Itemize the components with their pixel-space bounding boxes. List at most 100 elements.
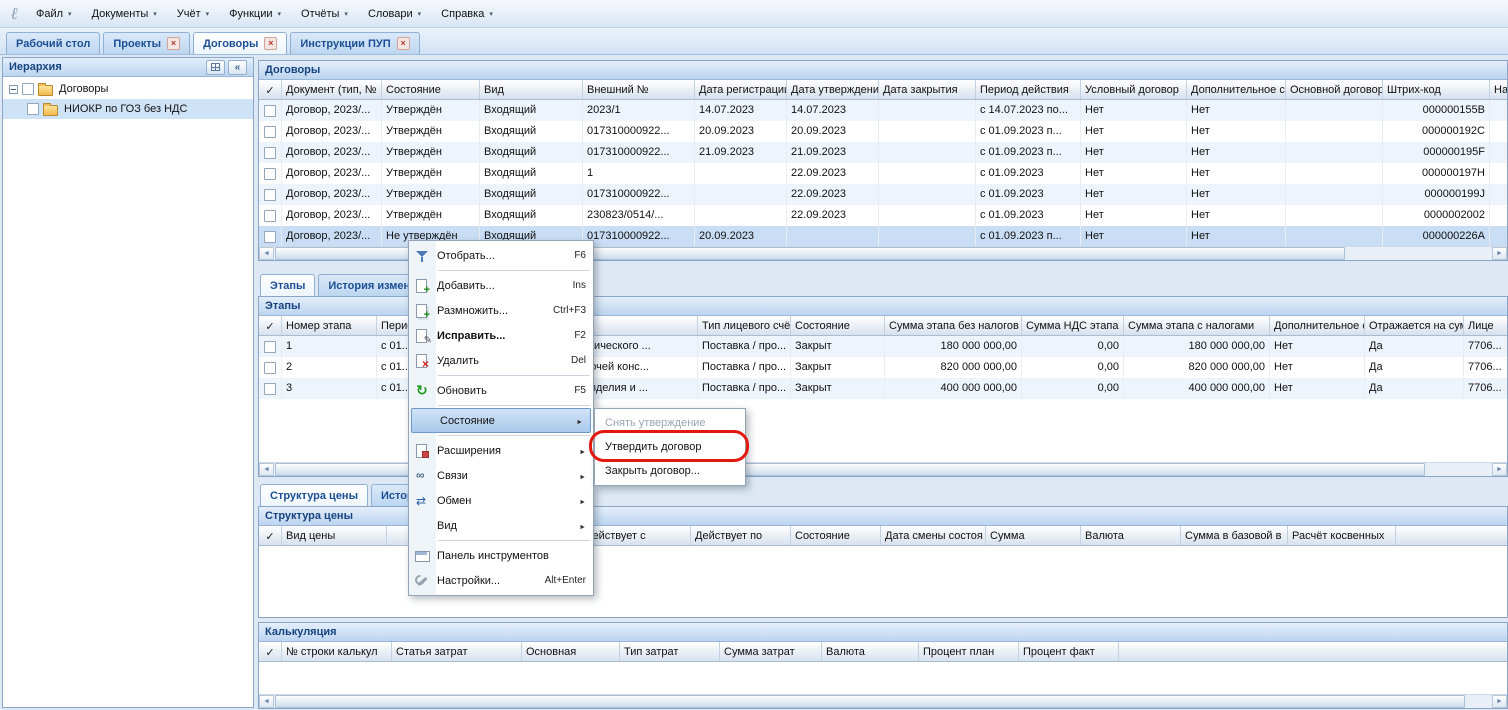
scroll-left-icon[interactable]: [259, 247, 274, 260]
menubar-item-3[interactable]: Функции: [219, 4, 291, 24]
column-header[interactable]: Тип лицевого счёт: [698, 316, 791, 335]
row-checkbox[interactable]: [264, 362, 276, 374]
check-column-header[interactable]: ✓: [259, 80, 282, 99]
check-column-header[interactable]: ✓: [259, 642, 282, 661]
column-header[interactable]: Действует с: [581, 526, 691, 545]
tree-expander-icon[interactable]: [9, 85, 18, 94]
column-header[interactable]: Основной договор: [1286, 80, 1383, 99]
column-header[interactable]: Дата утверждения: [787, 80, 879, 99]
tab-2[interactable]: Договоры: [193, 32, 287, 54]
column-header[interactable]: Дата смены состоя: [881, 526, 986, 545]
column-header[interactable]: Вид: [480, 80, 583, 99]
column-header[interactable]: Период действия: [976, 80, 1081, 99]
column-header[interactable]: Нало: [1490, 80, 1507, 99]
scroll-thumb[interactable]: [275, 695, 1465, 708]
tree-node-0[interactable]: Договоры: [3, 79, 253, 99]
row-checkbox[interactable]: [264, 168, 276, 180]
table-row-2[interactable]: Договор, 2023/...УтверждёнВходящий017310…: [259, 142, 1507, 163]
menu-item-5[interactable]: УдалитьDel: [409, 348, 593, 373]
column-header[interactable]: Статья затрат: [392, 642, 522, 661]
menu-item-1[interactable]: Утвердить договор: [595, 435, 745, 459]
checkbox[interactable]: [22, 83, 34, 95]
row-checkbox[interactable]: [264, 383, 276, 395]
tab-0[interactable]: Этапы: [260, 274, 315, 296]
tab-0[interactable]: Рабочий стол: [6, 32, 100, 54]
tab-close-icon[interactable]: [264, 37, 277, 50]
column-header[interactable]: Состояние: [382, 80, 480, 99]
column-header[interactable]: Сумма НДС этапа: [1022, 316, 1124, 335]
column-header[interactable]: Дата регистрации: [695, 80, 787, 99]
table-row-4[interactable]: Договор, 2023/...УтверждёнВходящий017310…: [259, 184, 1507, 205]
column-header[interactable]: Сумма затрат: [720, 642, 822, 661]
column-header[interactable]: Сумма в базовой в: [1181, 526, 1288, 545]
menu-item-4[interactable]: Исправить...F2: [409, 323, 593, 348]
column-header[interactable]: Внешний №: [583, 80, 695, 99]
tab-close-icon[interactable]: [167, 37, 180, 50]
menubar-item-1[interactable]: Документы: [82, 4, 167, 24]
menu-item-13[interactable]: Обмен: [409, 488, 593, 513]
column-header[interactable]: Расчёт косвенных: [1288, 526, 1396, 545]
scroll-left-icon[interactable]: [259, 463, 274, 476]
column-header[interactable]: Вид цены: [282, 526, 387, 545]
scroll-right-icon[interactable]: [1492, 695, 1507, 708]
menu-item-11[interactable]: Расширения: [409, 438, 593, 463]
scroll-left-icon[interactable]: [259, 695, 274, 708]
menubar-item-4[interactable]: Отчёты: [291, 4, 358, 24]
column-header[interactable]: Основная: [522, 642, 620, 661]
checkbox[interactable]: [27, 103, 39, 115]
column-header[interactable]: Действует по: [691, 526, 791, 545]
menu-item-7[interactable]: ОбновитьF5: [409, 378, 593, 403]
tab-close-icon[interactable]: [397, 37, 410, 50]
tab-1[interactable]: Проекты: [103, 32, 190, 54]
column-header[interactable]: Сумма: [986, 526, 1081, 545]
menubar-item-6[interactable]: Справка: [431, 4, 503, 24]
menubar-item-5[interactable]: Словари: [358, 4, 431, 24]
column-header[interactable]: Тип затрат: [620, 642, 720, 661]
row-checkbox[interactable]: [264, 189, 276, 201]
column-header[interactable]: Процент план: [919, 642, 1019, 661]
hierarchy-grid-button[interactable]: [206, 60, 225, 75]
menu-item-0[interactable]: Отобрать...F6: [409, 243, 593, 268]
column-header[interactable]: Сумма этапа с налогами: [1124, 316, 1270, 335]
column-header[interactable]: Дата закрытия: [879, 80, 976, 99]
table-row-5[interactable]: Договор, 2023/...УтверждёнВходящий230823…: [259, 205, 1507, 226]
menu-item-3[interactable]: Размножить...Ctrl+F3: [409, 298, 593, 323]
row-checkbox[interactable]: [264, 126, 276, 138]
check-column-header[interactable]: ✓: [259, 526, 282, 545]
menubar-item-0[interactable]: Файл: [26, 4, 82, 24]
column-header[interactable]: Валюта: [822, 642, 919, 661]
menu-item-9[interactable]: Состояние: [411, 408, 591, 433]
column-header[interactable]: Дополнительное с: [1270, 316, 1365, 335]
column-header[interactable]: Отражается на сум: [1365, 316, 1464, 335]
check-column-header[interactable]: ✓: [259, 316, 282, 335]
menubar-item-2[interactable]: Учёт: [167, 4, 219, 24]
tab-3[interactable]: Инструкции ПУП: [290, 32, 419, 54]
menu-item-12[interactable]: Связи: [409, 463, 593, 488]
scroll-right-icon[interactable]: [1492, 463, 1507, 476]
menu-item-17[interactable]: Настройки...Alt+Enter: [409, 568, 593, 593]
table-row-3[interactable]: Договор, 2023/...УтверждёнВходящий122.09…: [259, 163, 1507, 184]
menu-item-14[interactable]: Вид: [409, 513, 593, 538]
column-header[interactable]: Лице: [1464, 316, 1507, 335]
column-header[interactable]: Сумма этапа без налогов: [885, 316, 1022, 335]
row-checkbox[interactable]: [264, 210, 276, 222]
row-checkbox[interactable]: [264, 231, 276, 243]
hierarchy-collapse-button[interactable]: [228, 60, 247, 75]
menu-item-16[interactable]: Панель инструментов: [409, 543, 593, 568]
tab-0[interactable]: Структура цены: [260, 484, 368, 506]
column-header[interactable]: № строки калькул: [282, 642, 392, 661]
column-header[interactable]: Документ (тип, №: [282, 80, 382, 99]
menu-item-2[interactable]: Добавить...Ins: [409, 273, 593, 298]
column-header[interactable]: Условный договор: [1081, 80, 1187, 99]
column-header[interactable]: Состояние: [791, 316, 885, 335]
row-checkbox[interactable]: [264, 147, 276, 159]
table-row-1[interactable]: Договор, 2023/...УтверждёнВходящий017310…: [259, 121, 1507, 142]
column-header[interactable]: Номер этапа: [282, 316, 377, 335]
column-header[interactable]: Дополнительное с: [1187, 80, 1286, 99]
column-header[interactable]: Валюта: [1081, 526, 1181, 545]
column-header[interactable]: Процент факт: [1019, 642, 1119, 661]
menu-item-2[interactable]: Закрыть договор...: [595, 459, 745, 483]
column-header[interactable]: Штрих-код: [1383, 80, 1490, 99]
calculation-hscrollbar[interactable]: [259, 694, 1507, 708]
row-checkbox[interactable]: [264, 105, 276, 117]
